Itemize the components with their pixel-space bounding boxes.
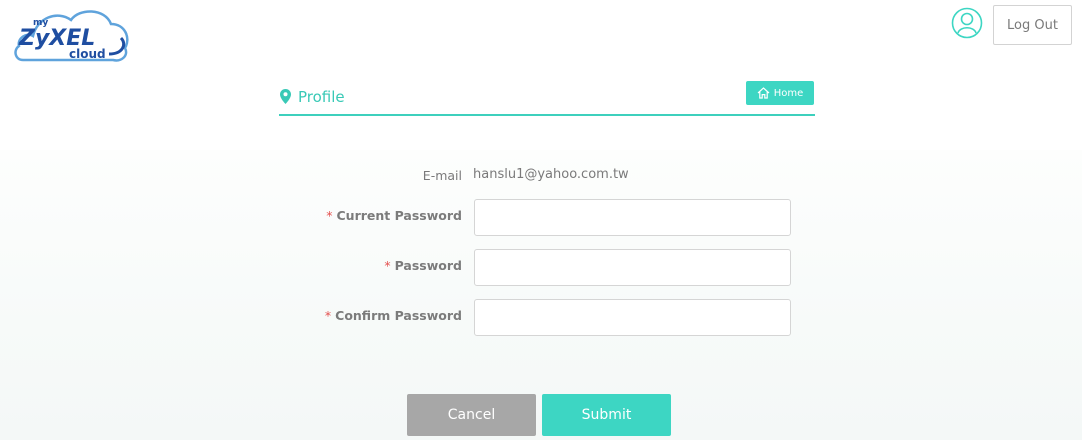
current-password-label-row: * Current Password: [326, 208, 462, 223]
home-button[interactable]: Home: [746, 81, 814, 105]
email-label: E-mail: [422, 168, 462, 183]
confirm-password-input[interactable]: [474, 299, 791, 336]
logout-button[interactable]: Log Out: [993, 5, 1072, 45]
submit-button[interactable]: Submit: [542, 394, 671, 436]
password-label: Password: [394, 258, 462, 273]
logo-sub-text: cloud: [69, 47, 106, 61]
user-icon[interactable]: [951, 7, 983, 39]
home-icon: [757, 87, 770, 99]
cloud-logo-icon: my ZyXEL cloud: [14, 10, 129, 62]
password-label-row: * Password: [384, 258, 462, 273]
form-background: [0, 150, 1082, 440]
current-password-label: Current Password: [336, 208, 463, 223]
required-asterisk: *: [384, 258, 391, 273]
required-asterisk: *: [326, 208, 333, 223]
home-button-label: Home: [773, 87, 804, 99]
cancel-button[interactable]: Cancel: [407, 394, 536, 436]
zyxel-cloud-logo[interactable]: my ZyXEL cloud: [13, 4, 131, 64]
required-asterisk: *: [324, 308, 332, 323]
password-input[interactable]: [474, 249, 791, 286]
current-password-input[interactable]: [474, 199, 791, 236]
page-title: Profile: [298, 88, 345, 106]
page-title-bar: Profile: [279, 80, 815, 116]
email-value: hanslu1@yahoo.com.tw: [473, 167, 629, 182]
map-pin-icon: [280, 89, 291, 104]
confirm-password-label-row: * Confirm Password: [325, 308, 462, 323]
confirm-password-label: Confirm Password: [335, 308, 462, 323]
